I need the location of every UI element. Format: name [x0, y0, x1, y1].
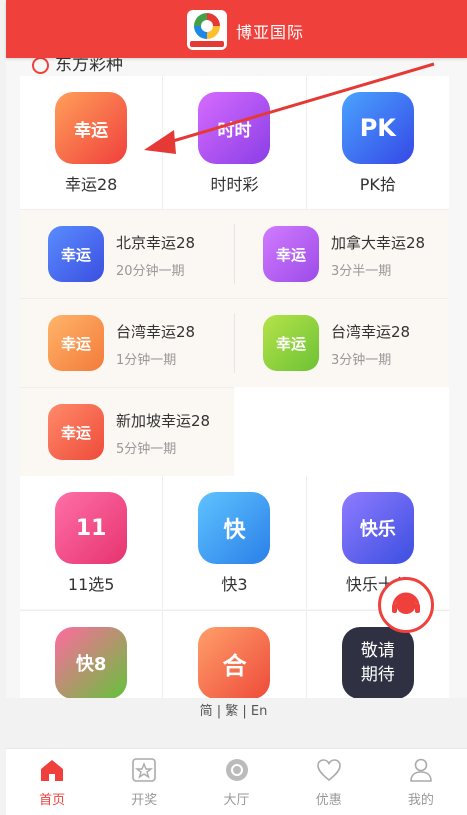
lucky28-icon: 幸运 [48, 315, 104, 371]
game-he[interactable]: 合 [162, 611, 305, 698]
happy10-icon: 快乐 [341, 492, 414, 564]
sub-game-name: 新加坡幸运28 [116, 412, 211, 430]
lucky28-icon: 幸运 [48, 226, 104, 282]
headset-icon [392, 592, 420, 614]
app-title: 博亚国际 [236, 23, 305, 42]
language-switcher[interactable]: 简 | 繁 | En [0, 700, 467, 719]
home-icon [41, 760, 64, 781]
sub-game-desc: 1分钟一期 [116, 353, 177, 368]
tab-home[interactable]: 首页 [6, 749, 98, 815]
game-label: 11选5 [67, 575, 115, 594]
brand-logo [187, 10, 227, 50]
tab-draw[interactable]: 开奖 [98, 749, 190, 815]
game-11x5[interactable]: 11 11选5 [20, 476, 162, 609]
sub-game-name: 台湾幸运28 [116, 323, 196, 341]
annotation-arrow [144, 62, 435, 154]
sub-game-taiwan-1[interactable]: 幸运 台湾幸运28 1分钟一期 [20, 299, 234, 387]
sub-game-row: 幸运 新加坡幸运28 5分钟一期 [20, 387, 234, 476]
lucky28-icon: 幸运 [263, 315, 319, 371]
sub-game-singapore[interactable]: 幸运 新加坡幸运28 5分钟一期 [20, 388, 234, 476]
tab-mine[interactable]: 我的 [375, 749, 467, 815]
star-icon [132, 758, 157, 782]
user-icon [410, 758, 432, 782]
game-label: 快3 [221, 575, 248, 594]
customer-service-button[interactable] [378, 577, 434, 633]
kuai8-icon: 快8 [55, 627, 128, 698]
sub-game-desc: 20分钟一期 [116, 264, 185, 279]
sub-game-row: 幸运 北京幸运28 20分钟一期 幸运 加拿大幸运28 3分半一期 [20, 209, 449, 298]
sub-game-name: 台湾幸运28 [331, 323, 411, 341]
sub-game-beijing[interactable]: 幸运 北京幸运28 20分钟一期 [20, 210, 234, 298]
he-icon: 合 [198, 627, 271, 698]
game-kuai8[interactable]: 快8 [20, 611, 162, 698]
k3-icon: 快 [198, 492, 271, 564]
lucky28-icon: 幸运 [263, 226, 319, 282]
tab-promo[interactable]: 优惠 [283, 749, 375, 815]
app-header: 博亚国际 [6, 0, 467, 58]
sub-game-name: 加拿大幸运28 [331, 234, 426, 252]
sub-game-desc: 3分半一期 [331, 264, 392, 279]
coming-soon-tile: 敬请期待 [341, 627, 414, 698]
11x5-icon: 11 [55, 492, 128, 564]
sub-game-desc: 5分钟一期 [116, 442, 177, 457]
sub-game-canada[interactable]: 幸运 加拿大幸运28 3分半一期 [235, 210, 449, 298]
tab-lobby[interactable]: 大厅 [190, 749, 282, 815]
game-coming-soon: 敬请期待 [305, 611, 449, 698]
bottom-tab-bar: 首页 开奖 大厅 优惠 我的 [6, 748, 467, 815]
sub-game-taiwan-3[interactable]: 幸运 台湾幸运28 3分钟一期 [235, 299, 449, 387]
sub-game-name: 北京幸运28 [116, 234, 196, 252]
lucky28-icon: 幸运 [48, 404, 104, 460]
game-k3[interactable]: 快 快3 [162, 476, 305, 609]
sub-game-desc: 3分钟一期 [331, 353, 392, 368]
lobby-icon [225, 759, 248, 781]
heart-icon [316, 759, 341, 782]
sub-game-row: 幸运 台湾幸运28 1分钟一期 幸运 台湾幸运28 3分钟一期 [20, 298, 449, 387]
